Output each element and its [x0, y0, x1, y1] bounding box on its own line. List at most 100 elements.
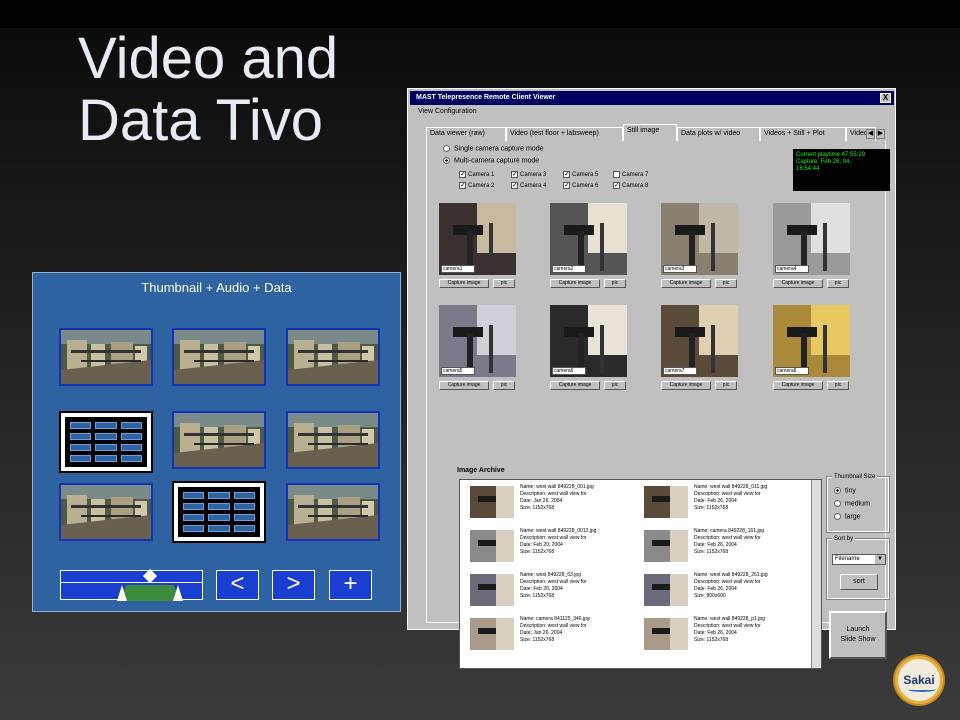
video-thumbnail[interactable] [59, 483, 153, 541]
archive-thumbnail[interactable] [644, 530, 688, 562]
tab-scroll-left-icon[interactable]: ◀ [866, 129, 875, 139]
archive-name: Name: west wall 849228_261.jpg [694, 572, 768, 578]
playhead-marker[interactable] [142, 568, 158, 584]
radio-dot-large[interactable] [834, 513, 841, 520]
camera-checkbox[interactable]: ✓ Camera 1 [459, 171, 494, 178]
video-thumbnail[interactable] [286, 411, 380, 469]
archive-entry[interactable]: Name: west 849228_63.jpg Description: wes… [470, 572, 640, 610]
camera-checkbox[interactable]: Camera 7 [613, 171, 648, 178]
capture-image-button[interactable]: Capture image [439, 381, 489, 390]
pic-button[interactable]: pic [827, 279, 849, 288]
close-icon[interactable]: X [880, 93, 891, 103]
archive-thumbnail[interactable] [470, 530, 514, 562]
radio-single-camera[interactable]: Single camera capture mode [443, 145, 544, 152]
timeline-scrubber[interactable] [60, 568, 203, 601]
archive-description: Description: west wall view for [520, 579, 587, 585]
sort-by-select[interactable]: Filename ▼ [832, 554, 886, 565]
checkbox-checked-icon[interactable]: ✓ [459, 171, 466, 178]
radio-multi-camera[interactable]: Multi-camera capture mode [443, 157, 539, 164]
tab-1[interactable]: Video (test floor + labsweep) [506, 127, 623, 141]
launch-slide-show-button[interactable]: Launch Slide Show [829, 611, 887, 659]
archive-thumbnail[interactable] [644, 486, 688, 518]
archive-size: Size: 1152x768 [520, 637, 555, 643]
video-thumbnail[interactable] [286, 483, 380, 541]
archive-entry[interactable]: Name: west wall 849228_011.jpg Descriptio… [644, 484, 814, 522]
capture-image-button[interactable]: Capture image [439, 279, 489, 288]
next-button[interactable]: > [272, 570, 315, 600]
timeline-range[interactable] [119, 585, 181, 601]
menu-view-configuration[interactable]: View Configuration [418, 108, 477, 115]
archive-thumbnail[interactable] [644, 618, 688, 650]
video-thumbnail[interactable] [59, 328, 153, 386]
checkbox-checked-icon[interactable]: ✓ [563, 171, 570, 178]
prev-button[interactable]: < [216, 570, 259, 600]
checkbox-checked-icon[interactable]: ✓ [613, 182, 620, 189]
pic-button[interactable]: pic [715, 279, 737, 288]
chevron-down-icon[interactable]: ▼ [875, 555, 885, 564]
radio-dot-tiny[interactable] [834, 487, 841, 494]
camera-checkbox[interactable]: ✓ Camera 3 [511, 171, 546, 178]
data-cell [95, 433, 117, 440]
radio-dot-single[interactable] [443, 145, 450, 152]
tab-3[interactable]: Data plots w/ video [677, 127, 760, 141]
archive-entry[interactable]: Name: west wall 849228_p1.jpg Description… [644, 616, 814, 654]
pic-button[interactable]: pic [715, 381, 737, 390]
archive-entry[interactable]: Name: west wall 849228_001.jpg Descriptio… [470, 484, 640, 522]
archive-entry[interactable]: Name: west wall 849228_261.jpg Descriptio… [644, 572, 814, 610]
data-cell [183, 492, 205, 499]
sort-button[interactable]: sort [840, 574, 878, 590]
range-end-handle[interactable] [173, 585, 183, 601]
archive-thumbnail[interactable] [644, 574, 688, 606]
tab-2[interactable]: Still image [623, 124, 677, 141]
tab-scroll-right-icon[interactable]: ▶ [876, 129, 885, 139]
pic-button[interactable]: pic [493, 279, 515, 288]
capture-image-button[interactable]: Capture image [661, 381, 711, 390]
archive-entry[interactable]: Name: camera 841125_346.jpg Description: … [470, 616, 640, 654]
capture-image-button[interactable]: Capture image [773, 279, 823, 288]
radio-size-medium[interactable]: medium [834, 500, 870, 507]
archive-name: Name: west wall 849228_011.jpg [694, 484, 768, 490]
checkbox-empty-icon[interactable] [613, 171, 620, 178]
video-thumbnail[interactable] [286, 328, 380, 386]
range-start-handle[interactable] [117, 585, 127, 601]
pic-button[interactable]: pic [604, 381, 626, 390]
camera-checkbox[interactable]: ✓ Camera 6 [563, 182, 598, 189]
pic-button[interactable]: pic [604, 279, 626, 288]
capture-image-button[interactable]: Capture image [550, 381, 600, 390]
archive-thumbnail[interactable] [470, 574, 514, 606]
capture-image-button[interactable]: Capture image [550, 279, 600, 288]
radio-dot-multi[interactable] [443, 157, 450, 164]
archive-photo-icon [470, 574, 514, 606]
archive-entry[interactable]: Name: camera 849228_161.jpg Description: … [644, 528, 814, 566]
image-archive-list[interactable]: Name: west wall 849228_001.jpg Descriptio… [459, 479, 822, 669]
camera-checkbox[interactable]: ✓ Camera 5 [563, 171, 598, 178]
archive-entry-text: Name: west wall 849228_p1.jpg Description… [694, 616, 814, 644]
checkbox-checked-icon[interactable]: ✓ [511, 182, 518, 189]
archive-entry[interactable]: Name: west wall 849228_0012.jpg Descripti… [470, 528, 640, 566]
checkbox-checked-icon[interactable]: ✓ [563, 182, 570, 189]
archive-date: Date: Jan 26, 2004 [520, 498, 563, 504]
capture-image-button[interactable]: Capture image [661, 279, 711, 288]
archive-thumbnail[interactable] [470, 486, 514, 518]
data-thumbnail[interactable] [172, 481, 266, 543]
radio-size-tiny[interactable]: tiny [834, 487, 856, 494]
tab-4[interactable]: Videos + Still + Plot [760, 127, 846, 141]
video-thumbnail[interactable] [172, 328, 266, 386]
pic-button[interactable]: pic [493, 381, 515, 390]
add-button[interactable]: + [329, 570, 372, 600]
checkbox-checked-icon[interactable]: ✓ [459, 182, 466, 189]
capture-image-button[interactable]: Capture image [773, 381, 823, 390]
checkbox-checked-icon[interactable]: ✓ [511, 171, 518, 178]
archive-date: Date: Feb 26, 2004 [694, 586, 737, 592]
radio-size-large[interactable]: large [834, 513, 861, 520]
camera-checkbox[interactable]: ✓ Camera 4 [511, 182, 546, 189]
camera-checkbox[interactable]: ✓ Camera 2 [459, 182, 494, 189]
archive-thumbnail[interactable] [470, 618, 514, 650]
data-table-icon [65, 417, 147, 467]
data-thumbnail[interactable] [59, 411, 153, 473]
camera-checkbox[interactable]: ✓ Camera 8 [613, 182, 648, 189]
tab-0[interactable]: Data viewer (raw) [426, 127, 506, 141]
radio-dot-medium[interactable] [834, 500, 841, 507]
video-thumbnail[interactable] [172, 411, 266, 469]
pic-button[interactable]: pic [827, 381, 849, 390]
